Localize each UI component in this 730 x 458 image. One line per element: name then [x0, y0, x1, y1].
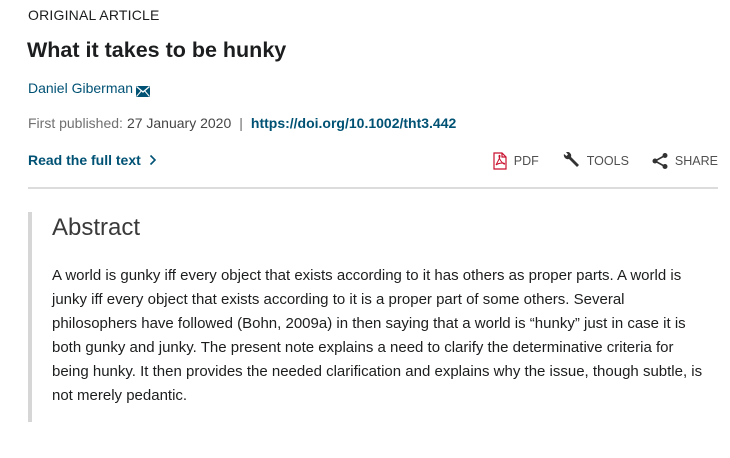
doi-link[interactable]: https://doi.org/10.1002/tht3.442: [251, 115, 456, 131]
email-icon[interactable]: [136, 84, 151, 97]
divider: [28, 187, 718, 189]
published-date: 27 January 2020: [126, 115, 232, 131]
author-link[interactable]: Daniel Giberman: [28, 80, 133, 96]
read-full-text-label: Read the full text: [28, 152, 141, 168]
article-title: What it takes to be hunky: [27, 38, 287, 62]
author-list: Daniel Giberman: [28, 80, 151, 97]
wrench-icon: [563, 152, 579, 167]
tools-button[interactable]: TOOLS: [561, 152, 629, 170]
read-full-text-link[interactable]: Read the full text: [28, 152, 157, 168]
pdf-icon: [493, 152, 507, 170]
abstract-section: Abstract A world is gunky iff every obje…: [28, 212, 722, 422]
pdf-button[interactable]: PDF: [492, 152, 539, 170]
pdf-label: PDF: [513, 154, 539, 168]
chevron-right-icon: [149, 154, 156, 166]
publication-info: First published: 27 January 2020 | https…: [28, 115, 456, 131]
article-actions: PDF TOOLS SHARE: [470, 152, 718, 170]
separator: |: [239, 115, 243, 131]
share-label: SHARE: [674, 154, 718, 168]
tools-label: TOOLS: [586, 154, 629, 168]
article-type-label: ORIGINAL ARTICLE: [28, 7, 160, 23]
abstract-text: A world is gunky iff every object that e…: [52, 267, 703, 404]
share-icon: [652, 153, 668, 169]
share-button[interactable]: SHARE: [651, 152, 718, 170]
published-label: First published:: [28, 115, 123, 131]
abstract-heading: Abstract: [52, 214, 141, 241]
